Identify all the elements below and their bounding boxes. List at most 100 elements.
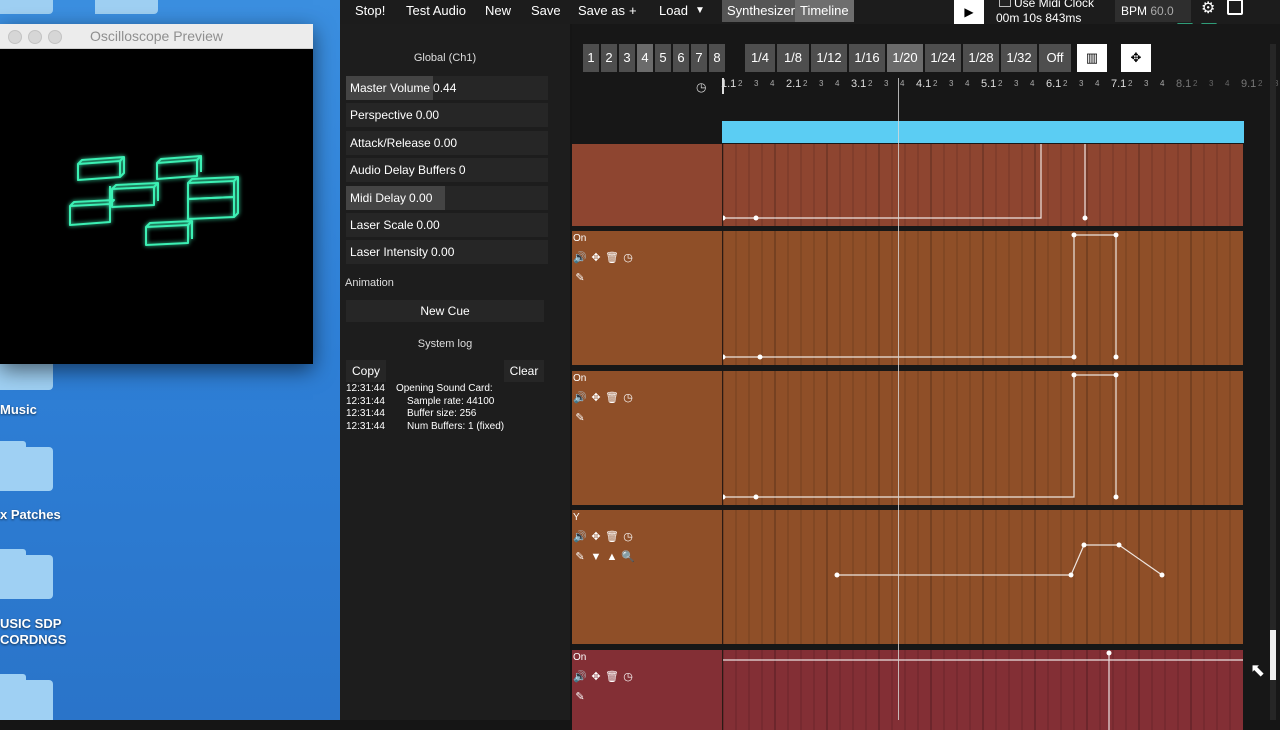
- pencil-icon[interactable]: ✎: [573, 411, 587, 425]
- pencil-icon[interactable]: ✎: [573, 550, 587, 564]
- chevron-down-icon[interactable]: ▼: [589, 550, 603, 564]
- speaker-icon[interactable]: 🔊: [573, 251, 587, 265]
- folder-label-recordings[interactable]: USIC SDP CORDNGS: [0, 616, 66, 648]
- clock-icon[interactable]: ◷: [621, 670, 635, 684]
- clock-icon[interactable]: ◷: [621, 530, 635, 544]
- external-window-icon[interactable]: [1227, 0, 1243, 15]
- folder-icon[interactable]: [0, 674, 53, 720]
- zoom-window-button[interactable]: [48, 30, 62, 44]
- track-grid[interactable]: [722, 144, 1243, 226]
- trash-icon[interactable]: 🗑: [605, 530, 619, 544]
- envelope-curve[interactable]: [723, 144, 1243, 226]
- clock-icon[interactable]: ◷: [621, 251, 635, 265]
- subdivision-1-8[interactable]: 1/8: [777, 44, 809, 72]
- envelope-curve[interactable]: [723, 650, 1243, 730]
- new-cue-button[interactable]: New Cue: [346, 300, 544, 322]
- zoom-bar-2[interactable]: 2: [601, 44, 617, 72]
- tab-timeline[interactable]: Timeline: [795, 0, 854, 22]
- zoom-bar-6[interactable]: 6: [673, 44, 689, 72]
- snap-grid-icon[interactable]: ▥: [1077, 44, 1107, 72]
- folder-icon[interactable]: [0, 441, 53, 491]
- zoom-bar-3[interactable]: 3: [619, 44, 635, 72]
- trash-icon[interactable]: 🗑: [605, 391, 619, 405]
- vertical-scrollbar[interactable]: [1270, 44, 1276, 720]
- subdivision-1-24[interactable]: 1/24: [925, 44, 961, 72]
- subdivision-1-20[interactable]: 1/20: [887, 44, 923, 72]
- clock-icon[interactable]: ◷: [621, 391, 635, 405]
- speaker-icon[interactable]: 🔊: [573, 391, 587, 405]
- zoom-bar-8[interactable]: 8: [709, 44, 725, 72]
- envelope-curve[interactable]: [723, 231, 1243, 365]
- move-icon[interactable]: ✥: [1121, 44, 1151, 72]
- stop-button[interactable]: Stop!: [355, 0, 385, 22]
- trash-icon[interactable]: 🗑: [605, 670, 619, 684]
- zoom-bar-7[interactable]: 7: [691, 44, 707, 72]
- zoom-bar-5[interactable]: 5: [655, 44, 671, 72]
- folder-icon[interactable]: [95, 0, 158, 14]
- param-laser-scale[interactable]: Laser Scale 0.00: [346, 213, 548, 237]
- subdivision-1-28[interactable]: 1/28: [963, 44, 999, 72]
- move-icon[interactable]: ✥: [589, 251, 603, 265]
- play-button[interactable]: ▶: [954, 0, 984, 24]
- tab-synthesizer[interactable]: Synthesizer: [722, 0, 800, 22]
- param-audio-delay-buffers[interactable]: Audio Delay Buffers 0: [346, 158, 548, 183]
- playhead[interactable]: [898, 78, 899, 720]
- param-perspective[interactable]: Perspective 0.00: [346, 103, 548, 128]
- envelope-curve[interactable]: [723, 510, 1243, 644]
- timeline-ruler[interactable]: 1.1 2 3 4 2.1 2 3 4 3.1 2 3 4 4.1 2 3 4 5.1 2 3 4 6.1 2 3 4 7.1 2…: [721, 78, 1278, 94]
- playback-progress-bar[interactable]: [722, 121, 1244, 143]
- subdivision-1-12[interactable]: 1/12: [811, 44, 847, 72]
- oscilloscope-titlebar[interactable]: Oscilloscope Preview: [0, 24, 313, 49]
- subdivision-Off[interactable]: Off: [1039, 44, 1071, 72]
- mouse-cursor: ⬉: [1250, 660, 1266, 680]
- speaker-icon[interactable]: 🔊: [573, 530, 587, 544]
- subdivision-1-4[interactable]: 1/4: [745, 44, 775, 72]
- move-icon[interactable]: ✥: [589, 670, 603, 684]
- midi-clock-checkbox[interactable]: [999, 0, 1011, 7]
- move-icon[interactable]: ✥: [589, 530, 603, 544]
- envelope-curve[interactable]: [723, 371, 1243, 505]
- search-icon[interactable]: 🔍: [621, 550, 635, 564]
- chevron-up-icon[interactable]: ▲: [605, 550, 619, 564]
- track-grid[interactable]: [722, 650, 1243, 730]
- subdivision-1-16[interactable]: 1/16: [849, 44, 885, 72]
- minimize-window-button[interactable]: [28, 30, 42, 44]
- clock-icon[interactable]: ◷: [696, 80, 706, 94]
- new-button[interactable]: New: [485, 0, 511, 22]
- folder-icon[interactable]: [0, 0, 53, 14]
- save-button[interactable]: Save: [531, 0, 561, 22]
- save-as-button[interactable]: Save as: [578, 0, 625, 22]
- pencil-icon[interactable]: ✎: [573, 690, 587, 704]
- folder-label-patches[interactable]: x Patches: [0, 507, 61, 523]
- copy-log-button[interactable]: Copy: [346, 360, 386, 382]
- test-audio-button[interactable]: Test Audio: [406, 0, 466, 22]
- load-dropdown-icon[interactable]: ▼: [695, 0, 705, 22]
- track-grid[interactable]: [722, 510, 1243, 644]
- subdivision-1-32[interactable]: 1/32: [1001, 44, 1037, 72]
- param-laser-intensity[interactable]: Laser Intensity 0.00: [346, 240, 548, 265]
- add-button[interactable]: +: [629, 0, 637, 22]
- param-attack-release[interactable]: Attack/Release 0.00: [346, 130, 548, 155]
- param-label: Laser Scale: [350, 218, 414, 232]
- bpm-field[interactable]: BPM 60.0: [1115, 0, 1191, 22]
- loop-start-marker[interactable]: [722, 78, 724, 94]
- scrollbar-thumb[interactable]: [1270, 630, 1276, 680]
- track-grid[interactable]: [722, 371, 1243, 505]
- param-master-volume[interactable]: Master Volume 0.44: [346, 76, 548, 100]
- trash-icon[interactable]: 🗑: [605, 251, 619, 265]
- load-button[interactable]: Load: [659, 0, 688, 22]
- speaker-icon[interactable]: 🔊: [573, 670, 587, 684]
- ruler-minor-label: 2: [933, 79, 938, 88]
- close-window-button[interactable]: [8, 30, 22, 44]
- ruler-minor-label: 4: [1095, 79, 1100, 88]
- track-grid[interactable]: [722, 231, 1243, 365]
- zoom-bar-4[interactable]: 4: [637, 44, 653, 72]
- folder-icon[interactable]: [0, 549, 53, 599]
- pencil-icon[interactable]: ✎: [573, 271, 587, 285]
- gear-icon[interactable]: ⚙: [1201, 0, 1215, 18]
- folder-label-music[interactable]: Music: [0, 402, 37, 418]
- zoom-bar-1[interactable]: 1: [583, 44, 599, 72]
- move-icon[interactable]: ✥: [589, 391, 603, 405]
- param-midi-delay[interactable]: Midi Delay 0.00: [346, 185, 548, 210]
- clear-log-button[interactable]: Clear: [504, 360, 544, 382]
